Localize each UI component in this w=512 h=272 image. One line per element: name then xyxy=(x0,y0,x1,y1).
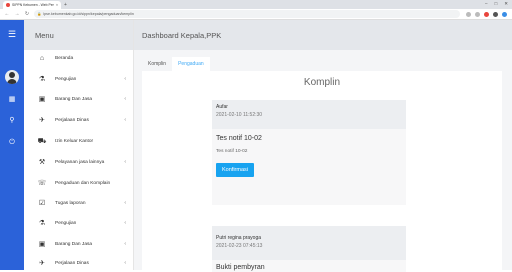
power-icon[interactable]: ⏻ xyxy=(0,139,24,147)
sidebar-item-label: Pengujian xyxy=(55,220,77,226)
checklist-icon: ☑ xyxy=(38,200,46,207)
location-icon[interactable]: ⚲ xyxy=(0,116,24,124)
extensions-area xyxy=(466,11,507,17)
complaint-card-body: Bukti pembyran xyxy=(212,260,406,272)
extension-icon[interactable] xyxy=(484,11,489,17)
address-bar-row: ← → ↻ 🔒 lpse.kebumenkab.go.id/sippn/kepa… xyxy=(0,9,512,20)
browser-tab[interactable]: SIPPN Kebumen - Web Pengad × xyxy=(3,1,61,9)
sidebar-item-pengaduan[interactable]: ☏ Pengaduan dan Komplain xyxy=(24,176,134,190)
sidebar-item-label: Pengujian xyxy=(55,76,77,82)
maximize-button[interactable]: □ xyxy=(495,1,498,7)
box-icon: ▣ xyxy=(38,96,46,103)
chevron-icon: ‹ xyxy=(124,96,126,102)
reload-icon[interactable]: ↻ xyxy=(24,11,30,17)
close-window-button[interactable]: ✕ xyxy=(504,1,508,7)
online-status-icon xyxy=(16,81,19,84)
plane-icon: ✈ xyxy=(39,117,45,124)
complaint-message: Tes notif 10-02 xyxy=(216,149,248,154)
extension-icon[interactable] xyxy=(493,11,498,17)
complaint-card-header: Aufar 2021-02-10 11:52:30 xyxy=(212,100,406,129)
sidebar-item-label: Barang Dan Jasa xyxy=(55,96,93,102)
sidebar-item-perjalanan-dinas[interactable]: ✈ Perjalaan Dinas ‹ xyxy=(24,256,134,270)
complaint-panel: Komplin Aufar 2021-02-10 11:52:30 Tes no… xyxy=(142,71,502,272)
complaint-card-body: Tes notif 10-02 Tes notif 10-02 Konfirma… xyxy=(212,129,406,205)
star-icon[interactable] xyxy=(475,11,480,17)
sidebar-item-pengujian[interactable]: ⚗ Pengujian ‹ xyxy=(24,72,134,86)
sidebar-item-pengujian[interactable]: ⚗ Pengujian ‹ xyxy=(24,216,134,230)
chevron-icon: ‹ xyxy=(124,117,126,123)
sidebar-menu: Menu ⌂ Beranda ⚗ Pengujian ‹ ▣ Barang Da… xyxy=(24,20,134,270)
favicon-icon xyxy=(6,3,10,7)
complaint-date: 2021-02-10 11:52:30 xyxy=(216,112,263,118)
lock-icon: 🔒 xyxy=(37,12,42,16)
tab-pengaduan[interactable]: Pengaduan xyxy=(172,57,210,71)
browser-tab-title: SIPPN Kebumen - Web Pengad xyxy=(12,3,54,7)
sidebar-item-label: Izin Keluar Kantor xyxy=(55,138,94,144)
konfirmasi-button[interactable]: Konfirmasi xyxy=(216,163,254,177)
plane-icon: ✈ xyxy=(39,260,45,267)
sidebar-item-barang-jasa[interactable]: ▣ Barang Dan Jasa ‹ xyxy=(24,92,134,106)
main-content: Komplin Pengaduan Komplin Aufar 2021-02-… xyxy=(134,50,512,272)
complainant-name: Aufar xyxy=(216,104,228,110)
chevron-icon: ‹ xyxy=(124,260,126,266)
sidebar-item-barang-jasa[interactable]: ▣ Barang Dan Jasa ‹ xyxy=(24,237,134,251)
address-bar[interactable]: 🔒 lpse.kebumenkab.go.id/sippn/kepala/pen… xyxy=(34,10,460,18)
forward-icon[interactable]: → xyxy=(14,11,20,17)
browser-tab-bar: SIPPN Kebumen - Web Pengad × + – □ ✕ xyxy=(0,0,512,9)
flask-icon: ⚗ xyxy=(38,220,46,227)
sidebar-item-tugas-laporan[interactable]: ☑ Tugas laporan ‹ xyxy=(24,196,134,210)
sidebar-item-label: Pelayanan jasa lainnya xyxy=(55,159,105,165)
profile-icon[interactable] xyxy=(502,11,507,17)
minimize-button[interactable]: – xyxy=(485,1,488,7)
flask-icon: ⚗ xyxy=(38,76,46,83)
sidebar-item-label: Barang Dan Jasa xyxy=(55,241,93,247)
sidebar-item-label: Beranda xyxy=(55,55,74,61)
content-tabs: Komplin Pengaduan xyxy=(142,57,210,71)
avatar[interactable] xyxy=(5,70,19,84)
box-icon: ▣ xyxy=(38,241,46,248)
close-tab-icon[interactable]: × xyxy=(56,3,58,7)
url-text: lpse.kebumenkab.go.id/sippn/kepala/penga… xyxy=(43,12,134,16)
grid-icon[interactable]: ▦ xyxy=(0,95,24,103)
complaint-card-header: Putri regina prayoga 2021-02-23 07:45:13 xyxy=(212,226,406,260)
home-icon: ⌂ xyxy=(39,54,45,62)
chevron-icon: ‹ xyxy=(124,200,126,206)
tab-komplin[interactable]: Komplin xyxy=(142,57,172,71)
zoom-icon[interactable] xyxy=(466,11,471,17)
wrench-icon: ⚒ xyxy=(38,159,46,166)
complainant-name: Putri regina prayoga xyxy=(216,235,262,241)
menu-title: Menu xyxy=(24,20,133,50)
icon-rail: ☰ ▦ ⚲ ⏻ xyxy=(0,20,24,270)
chevron-icon: ‹ xyxy=(124,241,126,247)
sidebar-item-perjalanan-dinas[interactable]: ✈ Perjalaan Dinas ‹ xyxy=(24,113,134,127)
back-icon[interactable]: ← xyxy=(4,11,10,17)
chevron-icon: ‹ xyxy=(124,76,126,82)
sidebar-item-label: Pengaduan dan Komplain xyxy=(55,180,111,186)
sidebar-item-label: Perjalaan Dinas xyxy=(55,117,89,123)
sidebar-item-pelayanan-jasa[interactable]: ⚒ Pelayanan jasa lainnya ‹ xyxy=(24,155,134,169)
chevron-icon: ‹ xyxy=(124,220,126,226)
car-icon: ⛟ xyxy=(37,137,47,145)
panel-title: Komplin xyxy=(303,77,341,88)
complaint-icon: ☏ xyxy=(37,180,47,187)
new-tab-button[interactable]: + xyxy=(64,1,67,9)
page-title: Dashboard Kepala,PPK xyxy=(134,20,512,50)
complaint-subject: Tes notif 10-02 xyxy=(216,135,262,142)
complaint-date: 2021-02-23 07:45:13 xyxy=(216,243,263,249)
sidebar-item-label: Tugas laporan xyxy=(55,200,86,206)
sidebar-item-beranda[interactable]: ⌂ Beranda xyxy=(24,51,134,65)
chevron-icon: ‹ xyxy=(124,159,126,165)
sidebar-item-izin-keluar[interactable]: ⛟ Izin Keluar Kantor xyxy=(24,134,134,148)
hamburger-menu-icon[interactable]: ☰ xyxy=(0,29,24,40)
sidebar-item-label: Perjalaan Dinas xyxy=(55,260,89,266)
